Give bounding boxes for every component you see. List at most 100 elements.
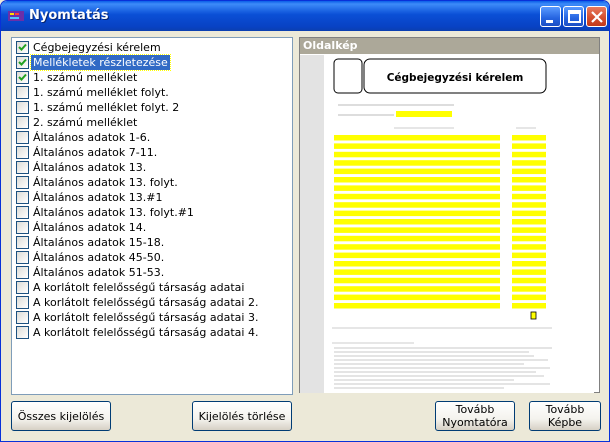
- page-preview: Oldalkép Cégbejegyzési kérelem: [299, 37, 600, 393]
- item-checkbox[interactable]: [16, 236, 29, 249]
- title-bar[interactable]: Nyomtatás: [1, 1, 609, 31]
- preview-header: Oldalkép: [300, 38, 599, 54]
- list-item[interactable]: Általános adatok 13. folyt.#1: [14, 205, 292, 220]
- window-title: Nyomtatás: [29, 8, 109, 23]
- list-item[interactable]: Általános adatok 13.: [14, 160, 292, 175]
- form-field-right: [512, 294, 546, 301]
- item-label: 1. számú melléklet folyt. 2: [33, 101, 180, 114]
- item-checkbox[interactable]: [16, 161, 29, 174]
- item-label: A korlátolt felelősségű társaság adatai …: [33, 311, 259, 324]
- item-checkbox[interactable]: [16, 311, 29, 324]
- item-label: Általános adatok 13. folyt.: [33, 176, 178, 189]
- list-item[interactable]: Általános adatok 45-50.: [14, 250, 292, 265]
- list-item[interactable]: Általános adatok 51-53.: [14, 265, 292, 280]
- item-checkbox[interactable]: [16, 116, 29, 129]
- form-field-left: [334, 303, 500, 309]
- close-icon: [591, 11, 603, 23]
- to-image-button[interactable]: Tovább Képbe: [529, 401, 601, 431]
- item-label: Általános adatok 13. folyt.#1: [33, 206, 194, 219]
- item-checkbox[interactable]: [16, 86, 29, 99]
- preview-page: Cégbejegyzési kérelem: [324, 55, 594, 393]
- list-item[interactable]: Cégbejegyzési kérelem: [14, 40, 292, 55]
- item-checkbox[interactable]: [16, 326, 29, 339]
- checkmark-icon: [18, 58, 27, 66]
- to-printer-button[interactable]: Tovább Nyomtatóra: [435, 401, 515, 431]
- form-field-right: [512, 193, 546, 200]
- form-field-right: [512, 227, 546, 233]
- item-label: Általános adatok 14.: [33, 221, 147, 234]
- maximize-icon: [568, 10, 581, 23]
- form-field-right: [512, 252, 546, 259]
- item-label: Általános adatok 51-53.: [33, 266, 165, 279]
- list-item[interactable]: Mellékletek részletezése: [14, 54, 292, 71]
- item-checkbox[interactable]: [16, 71, 29, 84]
- form-field-right: [512, 151, 546, 158]
- list-item[interactable]: 1. számú melléklet folyt.: [14, 85, 292, 100]
- item-label: A korlátolt felelősségű társaság adatai: [33, 281, 245, 294]
- list-item[interactable]: A korlátolt felelősségű társaság adatai …: [14, 295, 292, 310]
- item-label: A korlátolt felelősségű társaság adatai …: [33, 326, 259, 339]
- item-checkbox[interactable]: [16, 146, 29, 159]
- list-item[interactable]: Általános adatok 15-18.: [14, 235, 292, 250]
- form-field-right: [512, 235, 546, 242]
- page-list[interactable]: Cégbejegyzési kérelem Mellékletek részlet…: [11, 37, 293, 395]
- list-item[interactable]: 1. számú melléklet folyt. 2: [14, 100, 292, 115]
- item-label: 1. számú melléklet: [33, 71, 138, 84]
- item-checkbox[interactable]: [16, 206, 29, 219]
- item-label: Mellékletek részletezése: [30, 54, 171, 71]
- app-icon: [8, 11, 24, 21]
- form-field-left: [334, 135, 500, 141]
- item-checkbox[interactable]: [16, 251, 29, 264]
- item-checkbox[interactable]: [16, 296, 29, 309]
- item-checkbox[interactable]: [16, 176, 29, 189]
- item-checkbox[interactable]: [16, 101, 29, 114]
- item-label: 1. számú melléklet folyt.: [33, 86, 169, 99]
- item-checkbox[interactable]: [16, 266, 29, 279]
- form-field-left: [334, 219, 500, 225]
- form-field-left: [334, 277, 500, 284]
- close-button[interactable]: [586, 6, 607, 27]
- form-field-right: [512, 143, 546, 149]
- form-field-left: [334, 160, 500, 166]
- item-checkbox[interactable]: [16, 41, 29, 54]
- list-item[interactable]: Általános adatok 13.#1: [14, 190, 292, 205]
- form-field-left: [334, 235, 500, 242]
- fine-print: [334, 347, 552, 389]
- item-checkbox[interactable]: [16, 221, 29, 234]
- list-item[interactable]: A korlátolt felelősségű társaság adatai …: [14, 310, 292, 325]
- list-item[interactable]: 2. számú melléklet: [14, 115, 292, 130]
- list-item[interactable]: Általános adatok 13. folyt.: [14, 175, 292, 190]
- list-item[interactable]: Általános adatok 7-11.: [14, 145, 292, 160]
- item-label: Általános adatok 15-18.: [33, 236, 165, 249]
- item-label: Cégbejegyzési kérelem: [33, 41, 161, 54]
- list-item[interactable]: A korlátolt felelősségű társaság adatai: [14, 280, 292, 295]
- checkmark-icon: [18, 73, 27, 81]
- checkmark-icon: [18, 43, 27, 51]
- form-field-right: [512, 160, 546, 166]
- item-checkbox[interactable]: [16, 191, 29, 204]
- list-item[interactable]: Általános adatok 1-6.: [14, 130, 292, 145]
- form-field-left: [334, 202, 500, 208]
- form-field-right: [512, 244, 546, 250]
- form-field-left: [334, 210, 500, 217]
- list-item[interactable]: Általános adatok 14.: [14, 220, 292, 235]
- item-checkbox[interactable]: [16, 281, 29, 294]
- item-checkbox[interactable]: [16, 56, 29, 69]
- form-field-right: [512, 269, 546, 275]
- form-field-right: [512, 135, 546, 141]
- clear-selection-button[interactable]: Kijelölés törlése: [192, 401, 292, 431]
- list-item[interactable]: A korlátolt felelősségű társaság adatai …: [14, 325, 292, 340]
- form-field-left: [334, 252, 500, 259]
- minimize-button[interactable]: [540, 6, 561, 27]
- list-item[interactable]: 1. számú melléklet: [14, 70, 292, 85]
- preview-margin: [300, 55, 324, 393]
- maximize-button[interactable]: [563, 6, 584, 27]
- form-field-left: [334, 269, 500, 275]
- select-all-button[interactable]: Összes kijelölés: [11, 401, 111, 431]
- item-checkbox[interactable]: [16, 131, 29, 144]
- item-label: Általános adatok 45-50.: [33, 251, 165, 264]
- form-field-right: [512, 261, 546, 267]
- form-field-right: [512, 177, 546, 183]
- preview-page-content: Cégbejegyzési kérelem: [332, 58, 552, 389]
- form-field-left: [334, 286, 500, 292]
